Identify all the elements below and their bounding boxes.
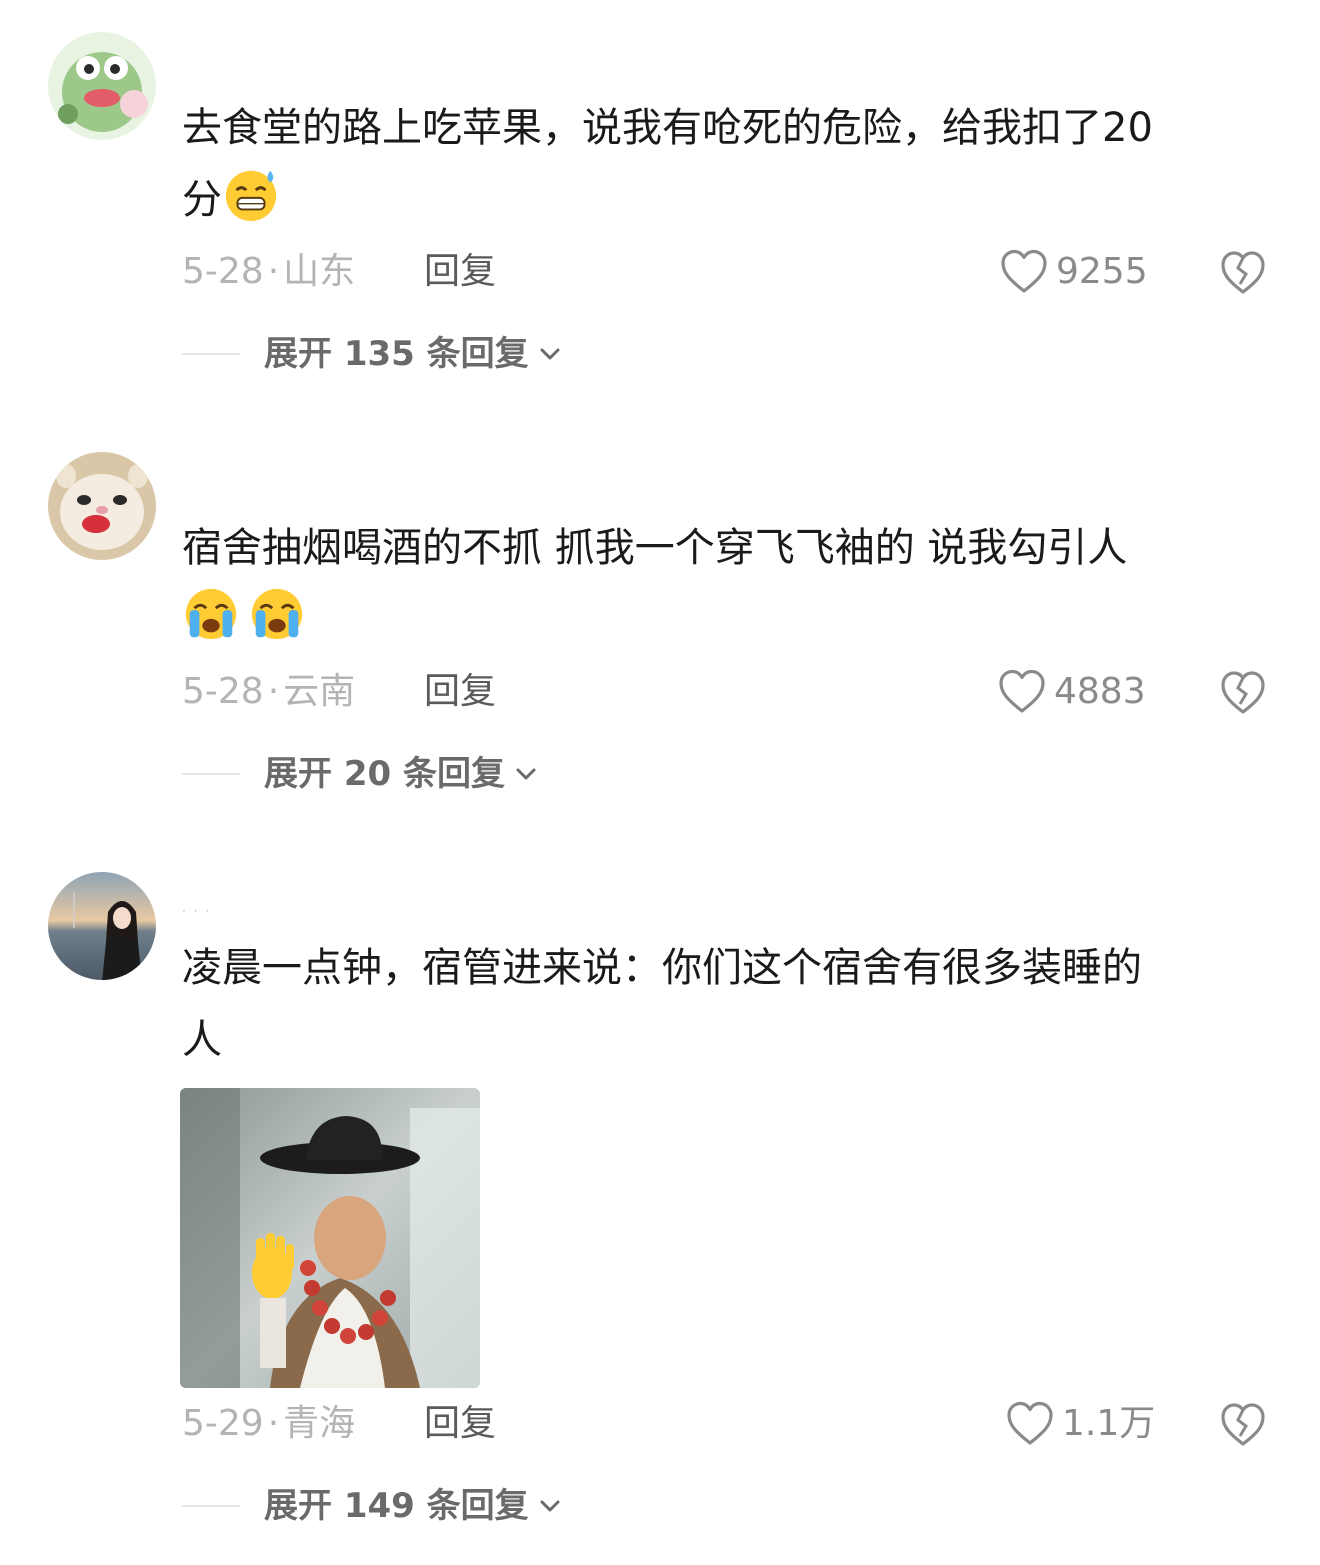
expand-replies-button[interactable]: 展开 149 条回复 (182, 1480, 563, 1532)
heart-outline-icon (1007, 1401, 1053, 1445)
sunset-portrait-avatar (48, 872, 156, 980)
comment-meta: 5-28 · 山东 回复 9255 (182, 246, 1282, 298)
expand-replies-label: 展开 20 条回复 (264, 754, 505, 794)
broken-heart-icon[interactable] (1218, 668, 1268, 718)
chevron-down-icon (516, 768, 536, 780)
comment-text: 去食堂的路上吃苹果，说我有呛死的危险，给我扣了20 分 (182, 92, 1272, 236)
username[interactable]: · · · (182, 904, 211, 918)
avatar[interactable] (48, 872, 156, 980)
avatar[interactable] (48, 452, 156, 560)
chevron-down-icon (540, 348, 560, 360)
loudly-crying-emoji (185, 588, 237, 640)
grin-sweat-emoji (225, 170, 277, 222)
like-count: 9255 (1056, 251, 1148, 292)
frog-cartoon-avatar (48, 32, 156, 140)
comment-text-line: 人 (182, 1017, 222, 1063)
meta-separator: · (267, 251, 280, 292)
comment-text-line: 凌晨一点钟，宿管进来说：你们这个宿舍有很多装睡的 (182, 945, 1142, 991)
emoji-row (182, 584, 1272, 656)
comment-text-line: 宿舍抽烟喝酒的不抓 抓我一个穿飞飞袖的 说我勾引人 (182, 525, 1128, 571)
loudly-crying-emoji (251, 588, 303, 640)
like-button[interactable]: 1.1万 (1006, 1398, 1155, 1450)
comment-text-line: 分 (182, 164, 1272, 236)
cowboy-hat-wave-meme-image (180, 1088, 480, 1388)
comment-text-line: 去食堂的路上吃苹果，说我有呛死的危险，给我扣了20 (182, 105, 1153, 151)
broken-heart-icon[interactable] (1218, 1400, 1268, 1450)
expand-replies-button[interactable]: 展开 135 条回复 (182, 328, 563, 380)
comment-text: 凌晨一点钟，宿管进来说：你们这个宿舍有很多装睡的 人 (182, 932, 1272, 1076)
attachment-image[interactable] (180, 1088, 480, 1388)
avatar[interactable] (48, 32, 156, 140)
like-button[interactable]: 4883 (998, 666, 1146, 718)
expand-replies-label: 展开 135 条回复 (264, 334, 529, 374)
meta-separator: · (267, 1403, 280, 1444)
reply-button[interactable]: 回复 (424, 666, 496, 718)
broken-heart-icon[interactable] (1218, 248, 1268, 298)
like-count: 1.1万 (1062, 1403, 1156, 1444)
comment-date: 5-28 (182, 251, 264, 292)
reply-button[interactable]: 回复 (424, 1398, 496, 1450)
heart-outline-icon (999, 669, 1045, 713)
like-button[interactable]: 9255 (1000, 246, 1148, 298)
comment-region: 山东 (283, 251, 356, 292)
divider-line (182, 773, 240, 775)
like-count: 4883 (1054, 671, 1146, 712)
chevron-down-icon (540, 1500, 560, 1512)
divider-line (182, 353, 240, 355)
divider-line (182, 1505, 240, 1507)
comment-region: 云南 (283, 671, 356, 712)
comment-date: 5-29 (182, 1403, 264, 1444)
reply-button[interactable]: 回复 (424, 246, 496, 298)
comment-text: 宿舍抽烟喝酒的不抓 抓我一个穿飞飞袖的 说我勾引人 (182, 512, 1272, 656)
ferret-lipstick-avatar (48, 452, 156, 560)
comment-text-tail: 分 (182, 177, 222, 223)
expand-replies-button[interactable]: 展开 20 条回复 (182, 748, 539, 800)
comment-meta: 5-28 · 云南 回复 4883 (182, 666, 1282, 718)
comment-meta: 5-29 · 青海 回复 1.1万 (182, 1398, 1282, 1450)
comment-region: 青海 (283, 1403, 356, 1444)
expand-replies-label: 展开 149 条回复 (264, 1486, 529, 1526)
heart-outline-icon (1001, 249, 1047, 293)
comment-date: 5-28 (182, 671, 264, 712)
meta-separator: · (267, 671, 280, 712)
